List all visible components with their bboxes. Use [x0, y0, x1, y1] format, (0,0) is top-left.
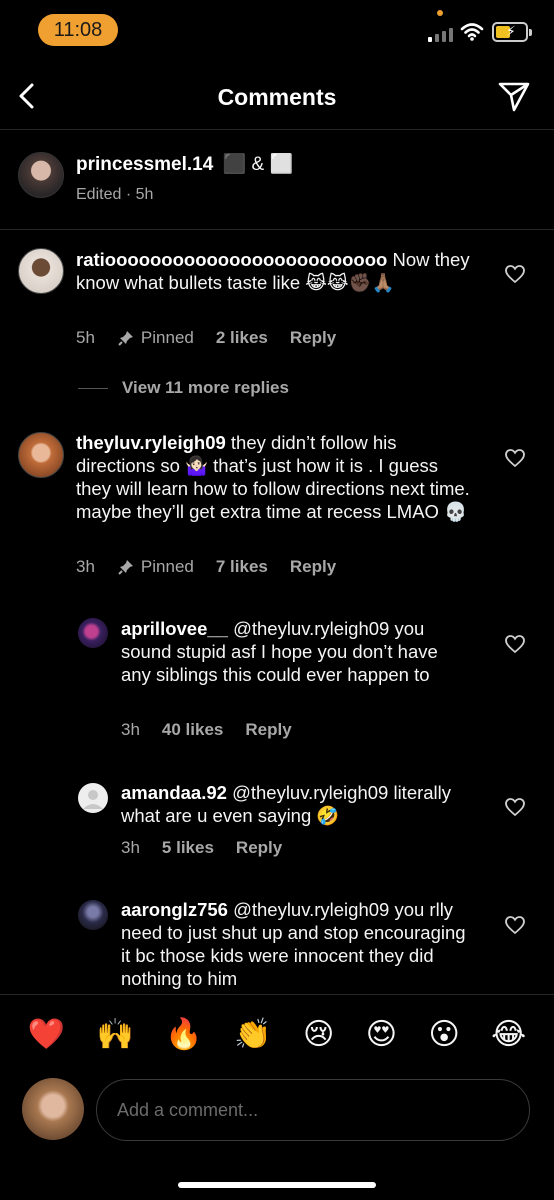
- current-user-avatar: [22, 1078, 84, 1140]
- comment-time: 5h: [76, 328, 95, 347]
- like-heart-icon[interactable]: [504, 448, 526, 468]
- comment-time: 3h: [76, 557, 95, 576]
- caption-author-avatar[interactable]: [18, 152, 64, 198]
- cellular-signal-icon: [428, 26, 453, 42]
- privacy-indicator-icon: [437, 10, 443, 16]
- comments-header: Comments: [0, 64, 554, 130]
- default-user-icon: [83, 790, 103, 809]
- comment-username[interactable]: theyluv.ryleigh09: [76, 432, 226, 453]
- pinned-label: Pinned: [117, 557, 194, 577]
- reply-avatar[interactable]: [78, 783, 108, 813]
- view-more-replies-button[interactable]: View 11 more replies: [78, 378, 289, 398]
- reply-username[interactable]: aaronglz756: [121, 899, 228, 920]
- home-indicator[interactable]: [178, 1182, 376, 1188]
- reply-avatar[interactable]: [78, 900, 108, 930]
- reply-button[interactable]: Reply: [245, 720, 291, 740]
- clapping-emoji-button[interactable]: 👏: [234, 1019, 271, 1050]
- comment-input[interactable]: [117, 1099, 529, 1121]
- fire-emoji-button[interactable]: 🔥: [165, 1019, 202, 1050]
- reply-avatar[interactable]: [78, 618, 108, 648]
- reply-username[interactable]: amandaa.92: [121, 782, 227, 803]
- like-count[interactable]: 5 likes: [162, 838, 214, 858]
- caption-text: ⬛ & ⬜: [222, 154, 294, 175]
- reply-button[interactable]: Reply: [290, 328, 336, 348]
- pin-icon: [118, 331, 133, 346]
- emoji-quick-bar: ❤️ 🙌 🔥 👏 😢 😍 😮 😂: [0, 994, 554, 1074]
- reply-time: 3h: [121, 838, 140, 857]
- like-heart-icon[interactable]: [504, 915, 526, 935]
- caption-username[interactable]: princessmel.14: [76, 154, 213, 175]
- comment-composer: [0, 1078, 554, 1148]
- comment-avatar[interactable]: [18, 432, 64, 478]
- heart-emoji-button[interactable]: ❤️: [28, 1019, 65, 1050]
- like-heart-icon[interactable]: [504, 634, 526, 654]
- reply-button[interactable]: Reply: [290, 557, 336, 577]
- raised-hands-emoji-button[interactable]: 🙌: [97, 1019, 134, 1050]
- like-heart-icon[interactable]: [504, 264, 526, 284]
- reply-username[interactable]: aprillovee__: [121, 618, 228, 639]
- reply-item: aaronglz756 @theyluv.ryleigh09 you rlly …: [0, 890, 554, 994]
- like-count[interactable]: 40 likes: [162, 720, 223, 740]
- comment-input-box[interactable]: [96, 1079, 530, 1141]
- page-title: Comments: [217, 84, 337, 110]
- pinned-label: Pinned: [117, 328, 194, 348]
- reply-time: 3h: [121, 720, 140, 739]
- like-count[interactable]: 2 likes: [216, 328, 268, 348]
- comment-avatar[interactable]: [18, 248, 64, 294]
- crying-emoji-button[interactable]: 😢: [303, 1019, 334, 1050]
- comment-username[interactable]: ratiooooooooooooooooooooooooo: [76, 249, 387, 270]
- view-more-replies-label: View 11 more replies: [122, 378, 289, 397]
- wifi-icon: [460, 23, 484, 41]
- like-heart-icon[interactable]: [504, 797, 526, 817]
- laughing-emoji-button[interactable]: 😂: [491, 1019, 526, 1050]
- status-time: 11:08: [38, 14, 118, 46]
- battery-icon: ⚡: [492, 22, 532, 42]
- like-count[interactable]: 7 likes: [216, 557, 268, 577]
- heart-eyes-emoji-button[interactable]: 😍: [366, 1019, 397, 1050]
- pin-icon: [118, 560, 133, 575]
- post-caption: princessmel.14 ⬛ & ⬜ Edited · 5h: [0, 130, 554, 230]
- send-direct-icon[interactable]: [496, 78, 532, 114]
- caption-meta: Edited · 5h: [76, 186, 154, 203]
- reply-button[interactable]: Reply: [236, 838, 282, 858]
- status-bar: 11:08 ⚡: [0, 0, 554, 60]
- divider: [78, 387, 108, 389]
- surprised-emoji-button[interactable]: 😮: [428, 1019, 459, 1050]
